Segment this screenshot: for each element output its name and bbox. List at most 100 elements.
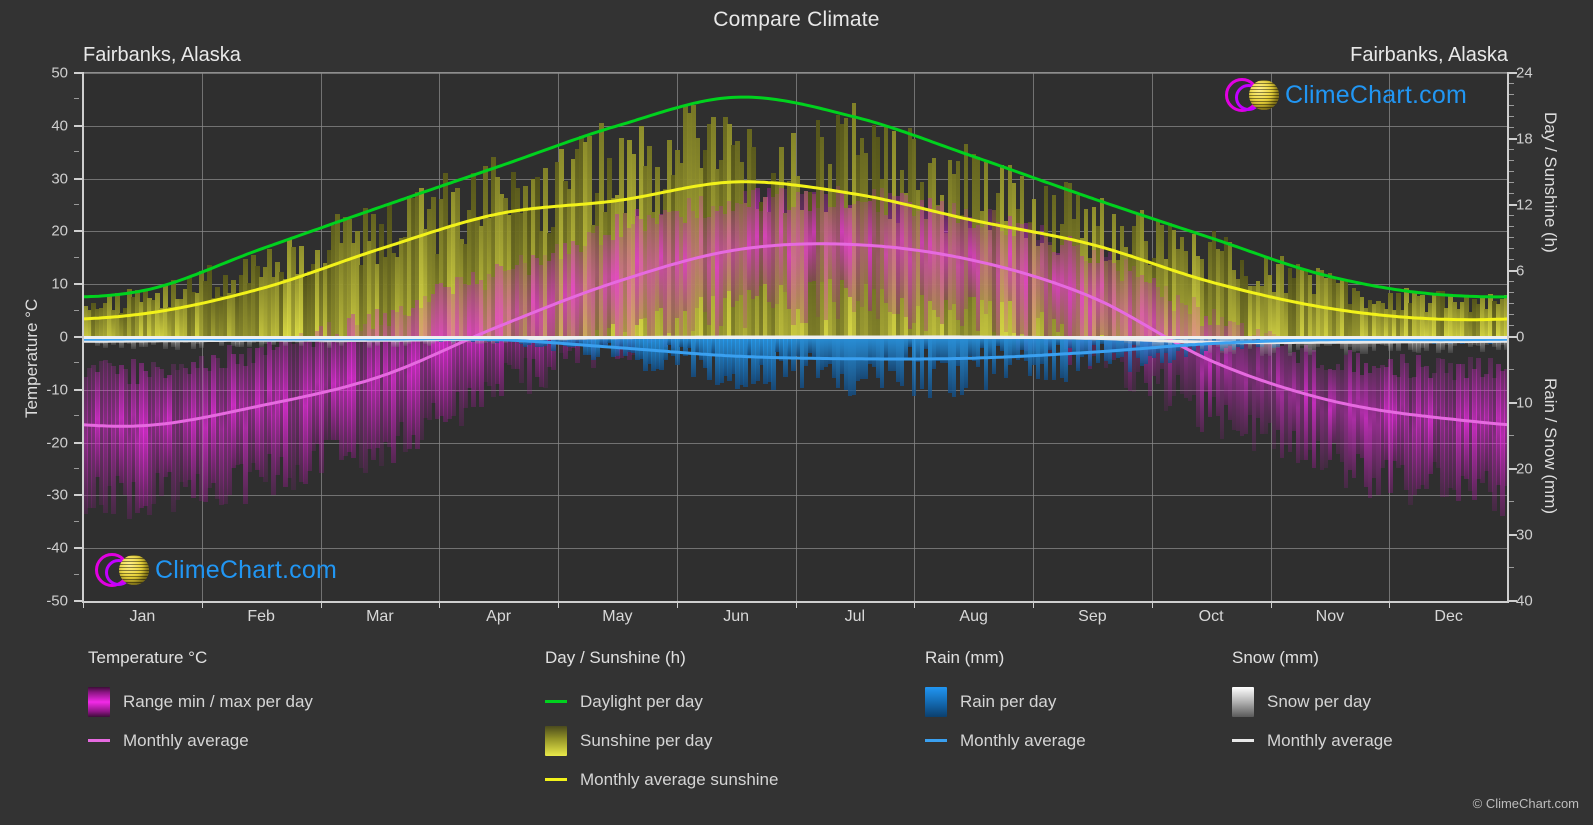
logo-sphere-icon bbox=[119, 555, 149, 585]
legend-gradient-swatch-icon bbox=[88, 686, 110, 717]
y-axis-tick-label-temperature: 30 bbox=[51, 170, 68, 188]
y-axis-minor-tick-precip bbox=[1509, 567, 1514, 568]
legend-item[interactable]: Daylight per day bbox=[545, 682, 778, 721]
y-axis-tickmark-temperature bbox=[74, 230, 82, 233]
y-axis-tick-label-day: 24 bbox=[1516, 64, 1533, 82]
y-axis-minor-tick-temperature bbox=[74, 468, 79, 469]
climechart-logo-watermark-top: ClimeChart.com bbox=[1225, 78, 1467, 112]
y-axis-tickmark-day bbox=[1509, 204, 1517, 206]
legend-line-marker-icon bbox=[88, 739, 110, 742]
logo-text: ClimeChart.com bbox=[1285, 80, 1467, 109]
y-axis-minor-tick-day bbox=[1509, 248, 1514, 249]
rain-average-line bbox=[83, 337, 1508, 361]
legend-item[interactable]: Monthly average bbox=[88, 721, 313, 760]
legend-group-temperature: Temperature °C Range min / max per day Mon… bbox=[88, 648, 313, 760]
legend-gradient-swatch-icon bbox=[925, 686, 947, 717]
legend-item[interactable]: Monthly average bbox=[925, 721, 1086, 760]
chart-legend: Temperature °C Range min / max per day Mon… bbox=[0, 648, 1593, 808]
y-axis-tickmark-day bbox=[1509, 138, 1517, 140]
legend-group-snow: Snow (mm) Snow per day Monthly average bbox=[1232, 648, 1393, 760]
plot-border-left bbox=[82, 72, 84, 603]
x-axis-tickmark bbox=[1033, 601, 1034, 608]
x-axis-month-label: Sep bbox=[1078, 608, 1107, 625]
y-axis-tickmark-temperature bbox=[74, 547, 82, 550]
x-axis-month-label: Oct bbox=[1198, 608, 1224, 625]
y-axis-minor-tick-day bbox=[1509, 171, 1514, 172]
y-axis-minor-tick-day bbox=[1509, 127, 1514, 128]
y-axis-tick-label-day: 6 bbox=[1516, 262, 1525, 280]
y-axis-minor-tick-temperature bbox=[74, 151, 79, 153]
chart-plot-area[interactable] bbox=[83, 73, 1508, 601]
y-axis-minor-tick-day bbox=[1509, 193, 1514, 194]
legend-line-marker-icon bbox=[545, 778, 567, 781]
y-axis-tickmark-day bbox=[1509, 72, 1517, 74]
legend-item-label: Monthly average sunshine bbox=[580, 769, 779, 789]
legend-heading: Day / Sunshine (h) bbox=[545, 648, 686, 667]
y-axis-title-temperature: Temperature °C bbox=[22, 298, 41, 418]
x-axis-tickmark bbox=[320, 601, 322, 608]
y-axis-minor-tick-day bbox=[1509, 281, 1514, 282]
y-axis-tick-label-temperature: -30 bbox=[46, 486, 68, 504]
legend-item-label: Snow per day bbox=[1267, 691, 1371, 711]
y-axis-minor-tick-day bbox=[1509, 105, 1514, 106]
x-axis-month-label: Aug bbox=[959, 608, 988, 625]
y-axis-tickmark-temperature bbox=[74, 72, 82, 74]
legend-heading: Temperature °C bbox=[88, 648, 208, 667]
y-axis-tickmark-precip bbox=[1509, 600, 1517, 602]
plot-border-top bbox=[82, 72, 1509, 73]
y-axis-minor-tick-temperature bbox=[74, 573, 79, 575]
y-axis-minor-tick-day bbox=[1509, 94, 1514, 95]
y-axis-minor-tick-temperature bbox=[74, 98, 79, 100]
x-axis-tickmark bbox=[83, 601, 84, 608]
y-axis-minor-tick-day bbox=[1509, 314, 1514, 315]
legend-heading: Snow (mm) bbox=[1232, 648, 1319, 667]
legend-item[interactable]: Snow per day bbox=[1232, 682, 1393, 721]
y-axis-tick-label-precip: 30 bbox=[1516, 526, 1533, 544]
legend-item-label: Sunshine per day bbox=[580, 730, 713, 750]
y-axis-minor-tick-temperature bbox=[74, 362, 79, 364]
y-axis-minor-tick-precip bbox=[1509, 501, 1514, 502]
x-axis-tickmark bbox=[439, 601, 441, 608]
y-axis-minor-tick-day bbox=[1509, 303, 1514, 304]
zero-reference-line bbox=[83, 336, 1508, 339]
y-axis-tick-label-temperature: 50 bbox=[51, 64, 68, 82]
y-axis-minor-tick-temperature bbox=[74, 309, 79, 311]
legend-item-label: Monthly average bbox=[123, 730, 249, 750]
y-axis-minor-tick-day bbox=[1509, 182, 1514, 183]
climechart-logo-watermark: ClimeChart.com bbox=[95, 553, 337, 587]
legend-heading: Rain (mm) bbox=[925, 648, 1005, 667]
legend-line-marker-icon bbox=[925, 739, 947, 742]
y-axis-tickmark-temperature bbox=[74, 388, 82, 391]
x-axis-month-label: May bbox=[602, 608, 633, 625]
y-axis-tick-label-precip: 40 bbox=[1516, 592, 1533, 610]
x-axis-tickmark bbox=[1389, 601, 1391, 608]
y-axis-tick-label-temperature: -50 bbox=[46, 592, 68, 610]
x-axis-month-label: Nov bbox=[1315, 608, 1345, 625]
y-axis-minor-tick-day bbox=[1509, 83, 1514, 84]
legend-item[interactable]: Sunshine per day bbox=[545, 721, 778, 760]
x-axis-tickmark bbox=[676, 601, 678, 608]
legend-item[interactable]: Rain per day bbox=[925, 682, 1086, 721]
legend-item-label: Rain per day bbox=[960, 691, 1057, 711]
left-location-title: Fairbanks, Alaska bbox=[83, 44, 241, 66]
legend-item-label: Monthly average bbox=[1267, 730, 1393, 750]
y-axis-tickmark-temperature bbox=[74, 600, 82, 602]
x-axis-month-label: Apr bbox=[486, 608, 512, 625]
logo-text: ClimeChart.com bbox=[155, 555, 337, 584]
page-title: Compare Climate bbox=[713, 8, 880, 31]
y-axis-minor-tick-day bbox=[1509, 325, 1514, 326]
climate-chart-page: Compare Climate Fairbanks, Alaska Fairba… bbox=[0, 0, 1593, 825]
y-axis-title-day-sunshine: Day / Sunshine (h) bbox=[1541, 112, 1560, 253]
y-axis-tickmark-precip bbox=[1509, 468, 1517, 470]
y-axis-tickmark-temperature bbox=[74, 336, 82, 338]
legend-item[interactable]: Range min / max per day bbox=[88, 682, 313, 721]
legend-item[interactable]: Monthly average sunshine bbox=[545, 760, 778, 799]
x-axis-tickmark bbox=[1151, 601, 1153, 608]
y-axis-tickmark-temperature bbox=[74, 494, 82, 497]
y-axis-minor-tick-day bbox=[1509, 226, 1514, 227]
y-axis-minor-tick-day bbox=[1509, 237, 1514, 238]
y-axis-tick-label-day: 0 bbox=[1516, 328, 1525, 346]
x-axis-month-label: Dec bbox=[1434, 608, 1463, 625]
sunshine-average-line bbox=[83, 180, 1508, 322]
legend-item[interactable]: Monthly average bbox=[1232, 721, 1393, 760]
